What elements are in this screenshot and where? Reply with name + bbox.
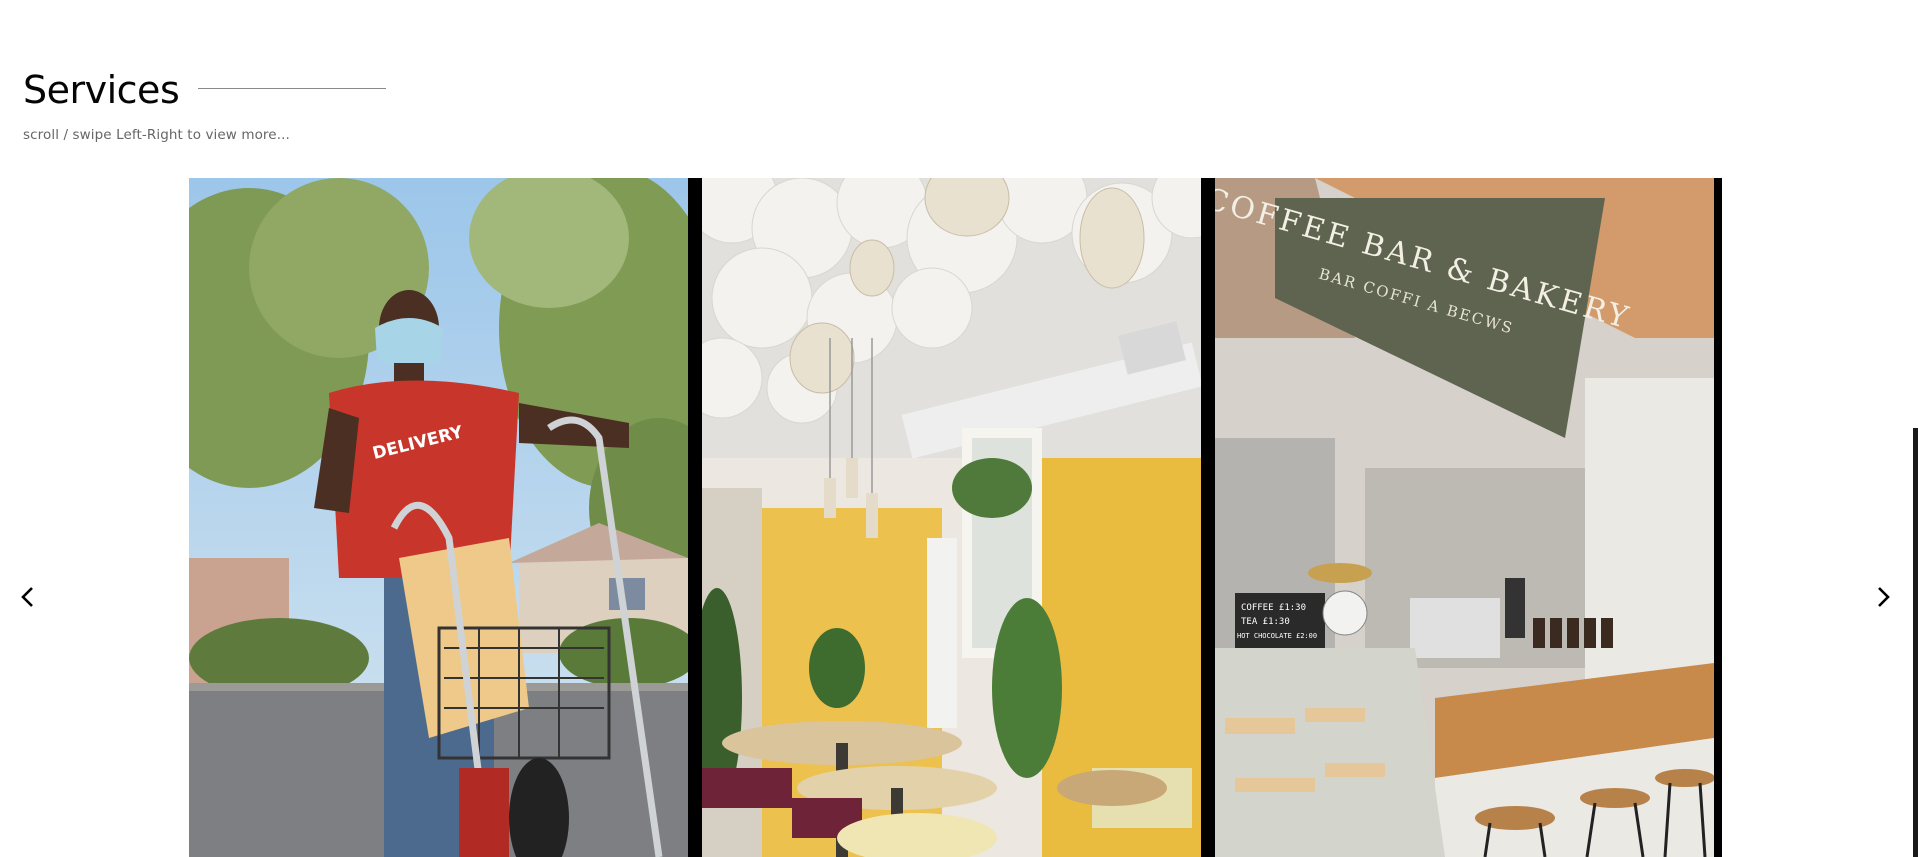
- slide-coffee-bar[interactable]: COFFEE BAR & BAKERY BAR COFFI A BECWS CO…: [1215, 178, 1714, 857]
- chevron-left-icon: [21, 587, 33, 607]
- section-title: Services: [23, 68, 180, 112]
- coffee-bar-photo: COFFEE BAR & BAKERY BAR COFFI A BECWS CO…: [1215, 178, 1714, 857]
- next-button[interactable]: [1868, 582, 1898, 612]
- delivery-photo: DELIVERY: [189, 178, 688, 857]
- title-divider: [198, 88, 386, 89]
- slide-restaurant-interior[interactable]: [702, 178, 1201, 857]
- restaurant-photo: [702, 178, 1201, 857]
- services-carousel[interactable]: DELIVERY COFFEE BAR & BAKERY BAR COFFI A…: [189, 178, 1722, 857]
- slide-delivery[interactable]: DELIVERY: [189, 178, 688, 857]
- menu-board-line-2: TEA £1:30: [1241, 617, 1290, 627]
- prev-button[interactable]: [13, 582, 43, 612]
- chevron-right-icon: [1878, 587, 1890, 607]
- scroll-hint: scroll / swipe Left-Right to view more..…: [23, 127, 290, 143]
- menu-board-line-3: HOT CHOCOLATE £2:00: [1237, 632, 1317, 640]
- menu-board-line-1: COFFEE £1:30: [1241, 603, 1306, 613]
- page-scrollbar[interactable]: [1913, 428, 1918, 857]
